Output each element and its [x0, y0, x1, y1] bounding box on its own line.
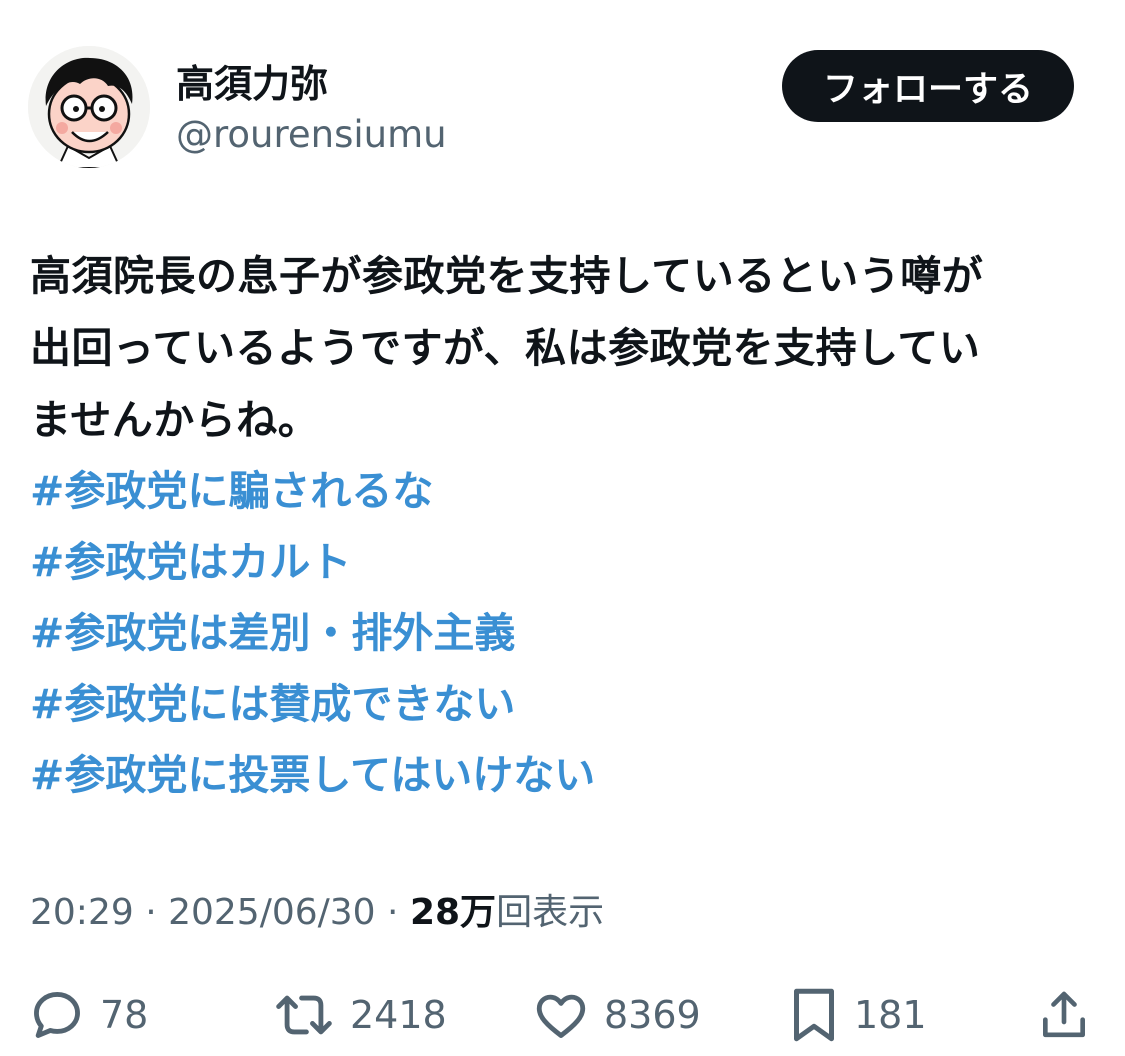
reply-count: 78	[100, 993, 149, 1037]
views-unit: 万	[460, 892, 497, 933]
like-button[interactable]: 8369	[532, 980, 701, 1050]
hashtag-link[interactable]: #参政党に投票してはいけない	[30, 740, 595, 811]
hashtag-link[interactable]: #参政党には賛成できない	[30, 669, 595, 740]
bookmark-icon	[794, 988, 834, 1042]
meta-separator: ·	[375, 892, 410, 933]
tweet-date[interactable]: 2025/06/30	[168, 892, 376, 933]
avatar[interactable]	[28, 46, 150, 168]
tweet-text-line: ませんからね。	[30, 396, 320, 444]
hashtag-link[interactable]: #参政党は差別・排外主義	[30, 598, 595, 669]
hashtag-list: #参政党に騙されるな #参政党はカルト #参政党は差別・排外主義 #参政党には賛…	[30, 456, 595, 811]
hashtag-link[interactable]: #参政党はカルト	[30, 527, 595, 598]
tweet-time[interactable]: 20:29	[30, 892, 134, 933]
tweet-text: 高須院長の息子が参政党を支持しているという噂が 出回っているようですが、私は参政…	[30, 240, 1090, 456]
bookmark-count: 181	[854, 993, 927, 1037]
retweet-icon	[276, 995, 332, 1035]
cartoon-avatar-icon	[28, 46, 150, 168]
share-button[interactable]	[1036, 980, 1092, 1050]
action-bar: 78 2418 8369 181	[0, 980, 1125, 1050]
bookmark-button[interactable]: 181	[788, 980, 927, 1050]
display-name[interactable]: 高須力弥	[176, 60, 328, 108]
reply-button[interactable]: 78	[28, 980, 148, 1050]
heart-icon	[536, 994, 586, 1038]
like-count: 8369	[604, 993, 701, 1037]
retweet-count: 2418	[350, 993, 447, 1037]
tweet-text-line: 出回っているようですが、私は参政党を支持してい	[30, 324, 981, 372]
tweet-card: 高須力弥 @rourensiumu フォローする 高須院長の息子が参政党を支持し…	[0, 0, 1125, 1056]
tweet-meta: 20:29 · 2025/06/30 · 28万回表示	[30, 888, 604, 938]
user-handle[interactable]: @rourensiumu	[176, 112, 447, 158]
retweet-button[interactable]: 2418	[272, 980, 447, 1050]
share-icon	[1043, 991, 1085, 1038]
tweet-text-line: 高須院長の息子が参政党を支持しているという噂が	[30, 252, 984, 300]
meta-separator: ·	[133, 892, 169, 933]
hashtag-link[interactable]: #参政党に騙されるな	[30, 456, 595, 527]
views-label: 回表示	[496, 892, 605, 933]
follow-button[interactable]: フォローする	[782, 50, 1074, 122]
reply-icon	[34, 992, 80, 1038]
views-count: 28	[409, 892, 461, 933]
